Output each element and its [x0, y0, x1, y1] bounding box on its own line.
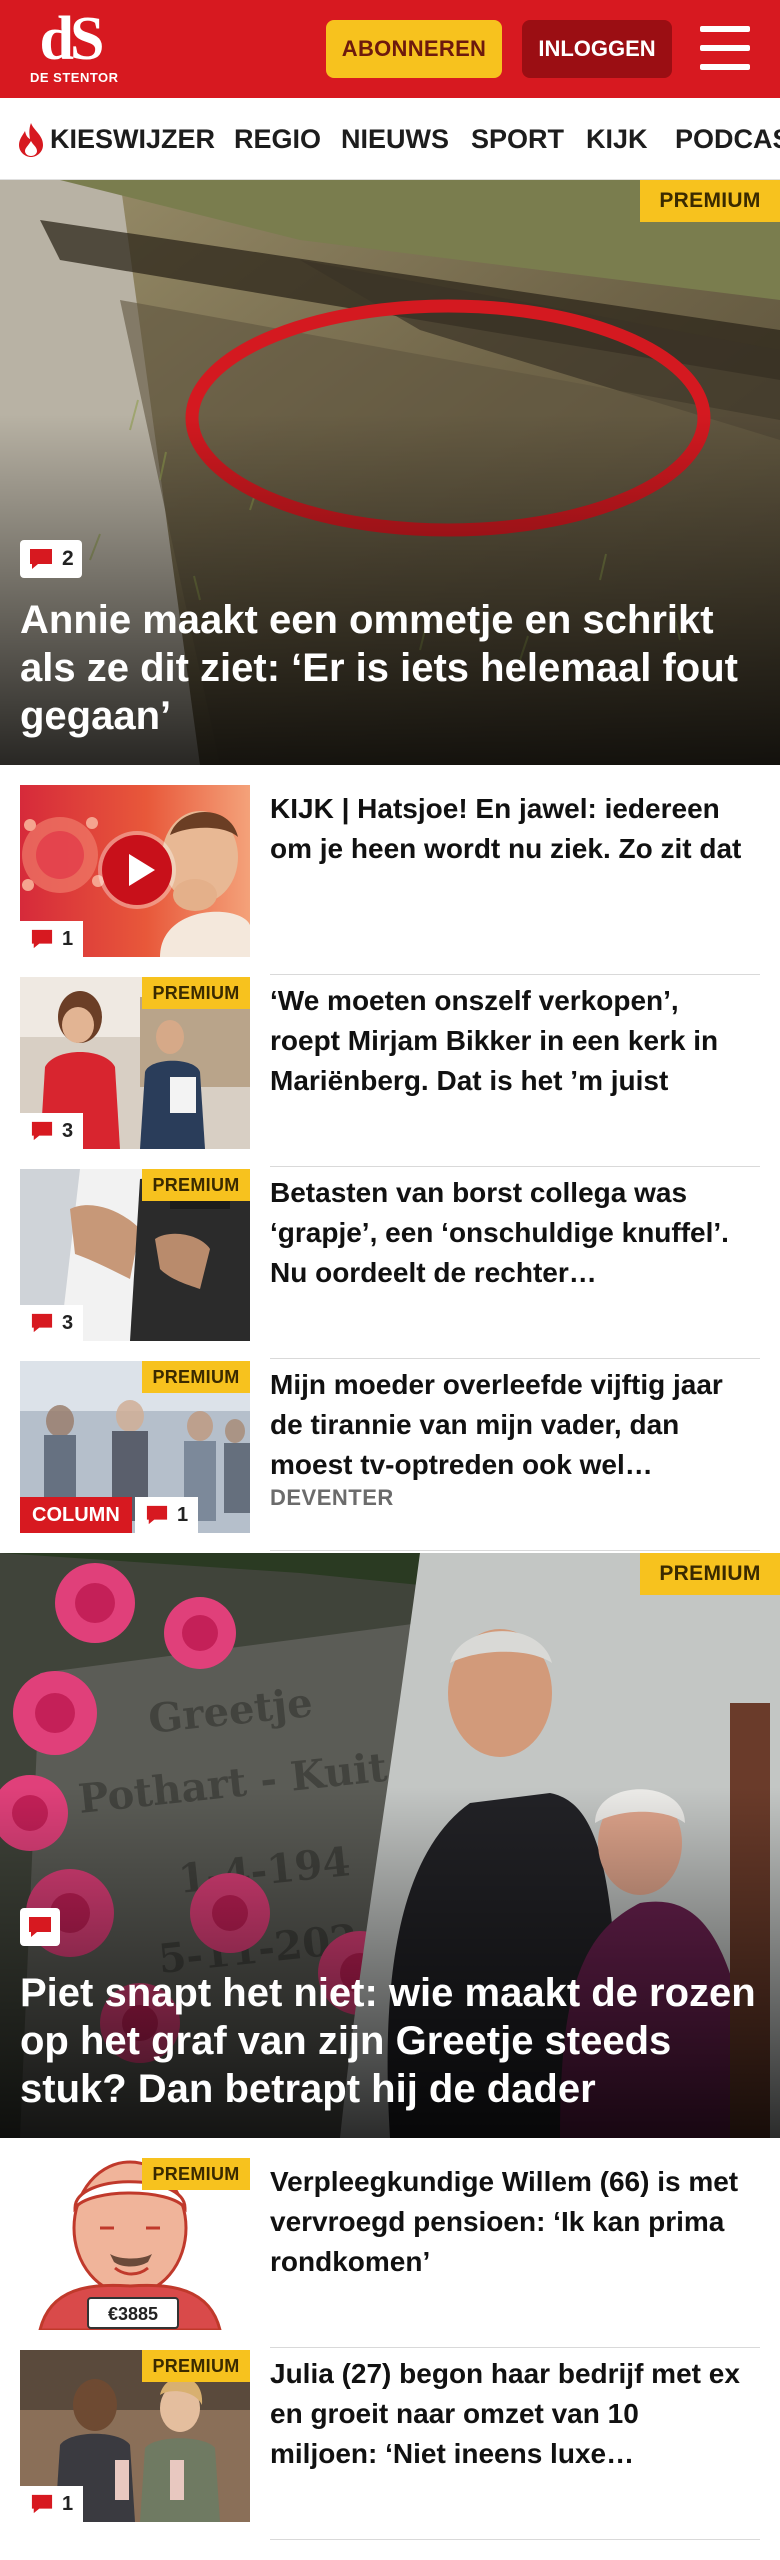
article-title[interactable]: Verpleegkundige Willem (66) is met vervr… — [270, 2162, 750, 2282]
divider — [270, 2347, 760, 2348]
list-item[interactable]: PREMIUM 3 Betasten van borst collega was… — [20, 1169, 760, 1359]
flame-icon — [19, 123, 43, 157]
comment-icon — [31, 1313, 53, 1333]
article-title[interactable]: ‘We moeten onszelf verkopen’, roept Mirj… — [270, 981, 750, 1101]
article-thumbnail: PREMIUM COLUMN 1 — [20, 1361, 250, 1533]
comment-count: 1 — [62, 927, 74, 950]
nav-item-kieswijzer[interactable]: KIESWIJZER — [50, 98, 215, 179]
article-thumbnail: PREMIUM 1 — [20, 2350, 250, 2522]
region-label[interactable]: DEVENTER — [270, 1485, 394, 1511]
comment-count: 3 — [62, 1311, 74, 1334]
section-nav: KIESWIJZER REGIO NIEUWS SPORT KIJK PODCA… — [0, 98, 780, 180]
list-item[interactable]: €3885 PREMIUM Verpleegkundige Willem (66… — [20, 2158, 760, 2348]
article-title[interactable]: Julia (27) begon haar bedrijf met ex en … — [270, 2354, 750, 2474]
site-logo[interactable]: dS DE STENTOR — [30, 5, 119, 88]
comment-icon — [30, 549, 52, 569]
nav-item-sport[interactable]: SPORT — [471, 98, 564, 179]
comment-count: 1 — [177, 1503, 189, 1526]
divider — [270, 1358, 760, 1359]
nav-item-nieuws[interactable]: NIEUWS — [341, 98, 449, 179]
comment-count-badge[interactable]: 1 — [20, 921, 84, 957]
price-plate-text: €3885 — [108, 2304, 158, 2324]
comment-count-badge[interactable]: 1 — [20, 2486, 84, 2522]
comment-count-badge[interactable]: 2 — [20, 540, 82, 578]
hamburger-menu-icon[interactable] — [700, 26, 750, 70]
comment-count: 1 — [62, 2492, 74, 2515]
logo-subtitle: DE STENTOR — [30, 70, 119, 85]
nav-item-regio[interactable]: REGIO — [234, 98, 321, 179]
premium-badge: PREMIUM — [640, 180, 780, 222]
comment-count-badge[interactable]: 3 — [20, 1305, 84, 1341]
divider — [270, 2539, 760, 2540]
hero-article-piet[interactable]: Greetje Pothart - Kuit 1-4-194 5-11-202 … — [0, 1553, 780, 2138]
list-item[interactable]: 1 KIJK | Hatsjoe! En jawel: iedereen om … — [20, 785, 760, 975]
comment-count-badge[interactable]: 3 — [20, 1113, 84, 1149]
hero-title[interactable]: Piet snapt het niet: wie maakt de rozen … — [20, 1969, 758, 2113]
comment-icon — [29, 1917, 51, 1937]
login-button[interactable]: INLOGGEN — [522, 20, 672, 78]
divider — [270, 974, 760, 975]
premium-badge: PREMIUM — [142, 977, 250, 1009]
column-tag: COLUMN — [20, 1497, 132, 1533]
comment-icon — [31, 2494, 53, 2514]
article-thumbnail: PREMIUM 3 — [20, 977, 250, 1149]
divider — [270, 1166, 760, 1167]
hero-title[interactable]: Annie maakt een ommetje en schrikt als z… — [20, 596, 758, 740]
subscribe-button[interactable]: ABONNEREN — [326, 20, 502, 78]
comment-count: 2 — [62, 547, 74, 570]
comment-count-badge[interactable] — [20, 1908, 60, 1946]
article-title[interactable]: Mijn moeder overleefde vijftig jaar de t… — [270, 1365, 750, 1485]
article-title[interactable]: KIJK | Hatsjoe! En jawel: iedereen om je… — [270, 789, 750, 869]
article-thumbnail: 1 — [20, 785, 250, 957]
list-item[interactable]: PREMIUM COLUMN 1 Mijn moeder overleefde … — [20, 1361, 760, 1551]
comment-count: 3 — [62, 1119, 74, 1142]
top-bar: dS DE STENTOR ABONNEREN INLOGGEN — [0, 0, 780, 98]
comment-icon — [146, 1505, 168, 1525]
comment-count-badge[interactable]: 1 — [135, 1497, 199, 1533]
hero-article-annie[interactable]: PREMIUM 2 Annie maakt een ommetje en sch… — [0, 180, 780, 765]
premium-badge: PREMIUM — [142, 2350, 250, 2382]
list-item[interactable]: PREMIUM 1 Julia (27) begon haar bedrijf … — [20, 2350, 760, 2540]
play-icon[interactable] — [102, 835, 172, 905]
premium-badge: PREMIUM — [640, 1553, 780, 1595]
nav-item-podcast[interactable]: PODCAST — [675, 98, 780, 179]
article-thumbnail: PREMIUM 3 — [20, 1169, 250, 1341]
list-item[interactable]: PREMIUM 3 ‘We moeten onszelf verkopen’, … — [20, 977, 760, 1167]
logo-mark: dS — [39, 5, 105, 73]
divider — [270, 1550, 760, 1551]
article-thumbnail: €3885 PREMIUM — [20, 2158, 250, 2330]
nav-item-kijk[interactable]: KIJK — [586, 98, 648, 179]
premium-badge: PREMIUM — [142, 1361, 250, 1393]
article-title[interactable]: Betasten van borst collega was ‘grapje’,… — [270, 1173, 750, 1293]
comment-icon — [31, 929, 53, 949]
premium-badge: PREMIUM — [142, 2158, 250, 2190]
comment-icon — [31, 1121, 53, 1141]
premium-badge: PREMIUM — [142, 1169, 250, 1201]
